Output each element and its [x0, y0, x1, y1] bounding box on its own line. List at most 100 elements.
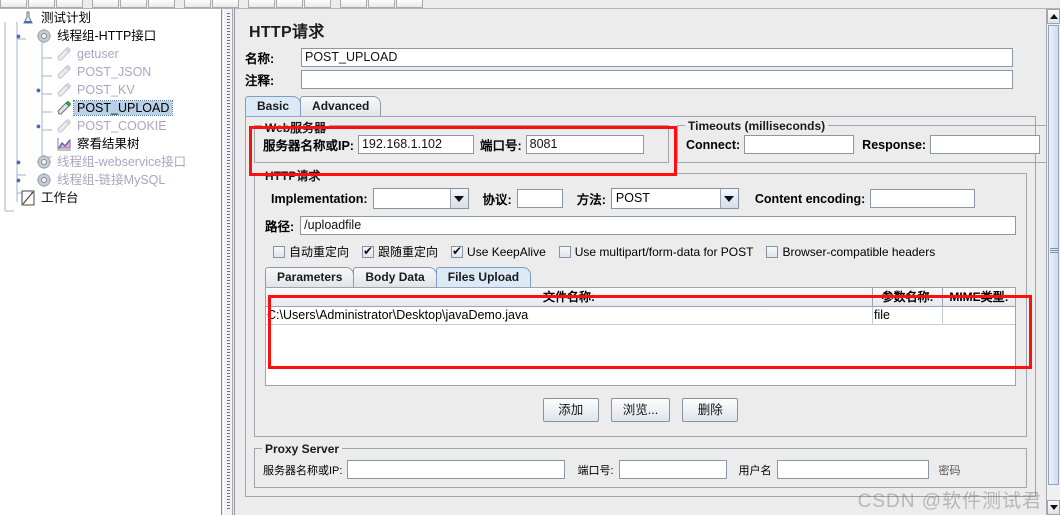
proxy-port-input[interactable]: [618, 460, 727, 479]
checkbox-Use KeepAlive[interactable]: Use KeepAlive: [451, 244, 546, 259]
tree-item[interactable]: ● 线程组-webservice接口: [0, 153, 221, 171]
tree-item[interactable]: 测试计划: [0, 9, 221, 27]
tree-item[interactable]: POST_JSON: [0, 63, 221, 81]
scrollbar-thumb[interactable]: [1048, 25, 1059, 485]
proxy-username-input[interactable]: [776, 460, 929, 479]
http-sampler-icon: [56, 82, 72, 98]
tree-item-label: 察看结果树: [77, 137, 140, 151]
column-header-mimetype[interactable]: MIME类型:: [943, 288, 1015, 307]
tree-twisty-icon[interactable]: ●: [34, 122, 43, 131]
comment-label: 注释:: [245, 74, 275, 88]
checkbox-label: Use multipart/form-data for POST: [574, 244, 754, 259]
tab-files-upload[interactable]: Files Upload: [435, 267, 532, 287]
tree-twisty-icon[interactable]: ●: [14, 158, 23, 167]
checkbox-跟随重定向[interactable]: 跟随重定向: [362, 243, 438, 260]
tree-item[interactable]: ● POST_COOKIE: [0, 117, 221, 135]
timeout-connect-label: Connect:: [686, 137, 741, 152]
delete-file-button[interactable]: 删除: [682, 398, 739, 422]
checkbox-box: [558, 245, 571, 258]
column-header-paramname[interactable]: 参数名称:: [873, 288, 943, 307]
proxy-host-input[interactable]: [347, 460, 566, 479]
timeout-connect-input[interactable]: [744, 135, 855, 154]
cell-mimetype[interactable]: [943, 307, 1015, 325]
toolbar-button[interactable]: [276, 0, 303, 8]
toolbar-button[interactable]: [248, 0, 275, 8]
toolbar-button[interactable]: [212, 0, 239, 8]
toolbar-button[interactable]: [396, 0, 423, 8]
checkbox-自动重定向[interactable]: 自动重定向: [273, 243, 349, 260]
vertical-scrollbar[interactable]: [1046, 9, 1060, 515]
test-plan-tree[interactable]: 测试计划 ● 线程组-HTTP接口 getuser POST_JSON ● POST_KV P…: [0, 9, 222, 515]
timeout-response-label: Response:: [862, 137, 927, 152]
proxy-server-group-title: Proxy Server: [262, 442, 343, 456]
chevron-down-icon: [449, 189, 468, 208]
checkbox-box: [362, 244, 375, 258]
toolbar-button[interactable]: [184, 0, 211, 8]
workbench-icon: [20, 190, 36, 206]
table-row[interactable]: C:\Users\Administrator\Desktop\javaDemo.…: [266, 307, 1015, 325]
toolbar-button[interactable]: [304, 0, 331, 8]
timeouts-group-title: Timeouts (milliseconds): [685, 119, 829, 133]
checkbox-label: Use KeepAlive: [467, 244, 546, 259]
checkbox-box: [273, 245, 285, 258]
tree-item[interactable]: ● 线程组-链接MySQL: [0, 171, 221, 189]
comment-input[interactable]: [301, 70, 1013, 89]
content-encoding-input[interactable]: [870, 189, 976, 208]
table-header-row: 文件名称: 参数名称: MIME类型:: [266, 288, 1015, 307]
name-input[interactable]: POST_UPLOAD: [301, 48, 1013, 67]
toolbar-button[interactable]: [120, 0, 147, 8]
tree-item-label: 线程组-webservice接口: [57, 155, 187, 169]
implementation-combo[interactable]: [372, 188, 469, 209]
column-header-filename[interactable]: 文件名称:: [266, 288, 873, 307]
method-value: POST: [615, 191, 650, 205]
toolbar-button[interactable]: [56, 0, 83, 8]
tree-item-label: getuser: [77, 47, 119, 61]
tree-item-label: POST_UPLOAD: [72, 100, 174, 116]
web-server-host-input[interactable]: 192.168.1.102: [357, 135, 474, 154]
content-encoding-label: Content encoding:: [754, 191, 866, 206]
files-upload-table[interactable]: 文件名称: 参数名称: MIME类型: C:\Users\Administrat…: [265, 287, 1016, 386]
http-request-group: HTTP请求 Implementation: 协议: 方法: POST Cont…: [254, 167, 1027, 437]
tree-item[interactable]: POST_UPLOAD: [0, 99, 221, 117]
toolbar-button[interactable]: [28, 0, 55, 8]
browse-file-button[interactable]: 浏览...: [610, 398, 671, 422]
checkbox-Use multipart/form-data for POST[interactable]: Use multipart/form-data for POST: [558, 244, 754, 259]
toolbar-button[interactable]: [0, 0, 27, 8]
toolbar-button[interactable]: [340, 0, 367, 8]
scrollbar-grip: [1050, 248, 1058, 253]
tab-body-data[interactable]: Body Data: [353, 267, 437, 287]
toolbar-button[interactable]: [368, 0, 395, 8]
web-server-port-input[interactable]: 8081: [525, 135, 644, 154]
cell-filename[interactable]: C:\Users\Administrator\Desktop\javaDemo.…: [266, 307, 873, 325]
toolbar-button[interactable]: [148, 0, 175, 8]
request-options-row: Implementation: 协议: 方法: POST Content enc: [265, 186, 1016, 215]
tree-item-label: POST_KV: [77, 83, 135, 97]
protocol-input[interactable]: [516, 189, 563, 208]
split-pane-divider[interactable]: [223, 9, 233, 515]
path-label: 路径:: [265, 220, 295, 234]
method-combo[interactable]: POST: [610, 188, 739, 209]
scroll-up-arrow-icon[interactable]: [1047, 9, 1060, 24]
timeout-response-input[interactable]: [930, 135, 1041, 154]
method-label: 方法:: [576, 193, 606, 207]
cell-paramname[interactable]: file: [873, 307, 943, 325]
tree-twisty-icon[interactable]: ●: [14, 176, 23, 185]
tab-basic[interactable]: Basic: [245, 96, 302, 116]
name-row: 名称: POST_UPLOAD: [245, 48, 1036, 67]
tree-item[interactable]: getuser: [0, 45, 221, 63]
toolbar-button[interactable]: [92, 0, 119, 8]
tree-item[interactable]: 察看结果树: [0, 135, 221, 153]
add-file-button[interactable]: 添加: [542, 398, 599, 422]
path-input[interactable]: /uploadfile: [300, 216, 1016, 235]
tree-twisty-icon[interactable]: ●: [34, 86, 43, 95]
http-sampler-icon: [56, 64, 72, 80]
tab-advanced[interactable]: Advanced: [300, 96, 382, 116]
tree-item[interactable]: ● 线程组-HTTP接口: [0, 27, 221, 45]
tree-item[interactable]: ● POST_KV: [0, 81, 221, 99]
scroll-down-arrow-icon[interactable]: [1047, 500, 1060, 515]
tree-twisty-icon[interactable]: ●: [14, 32, 23, 41]
tree-item[interactable]: 工作台: [0, 189, 221, 207]
tab-parameters[interactable]: Parameters: [265, 267, 355, 287]
checkbox-Browser-compatible headers[interactable]: Browser-compatible headers: [766, 245, 935, 259]
test-plan-icon: [20, 10, 36, 26]
